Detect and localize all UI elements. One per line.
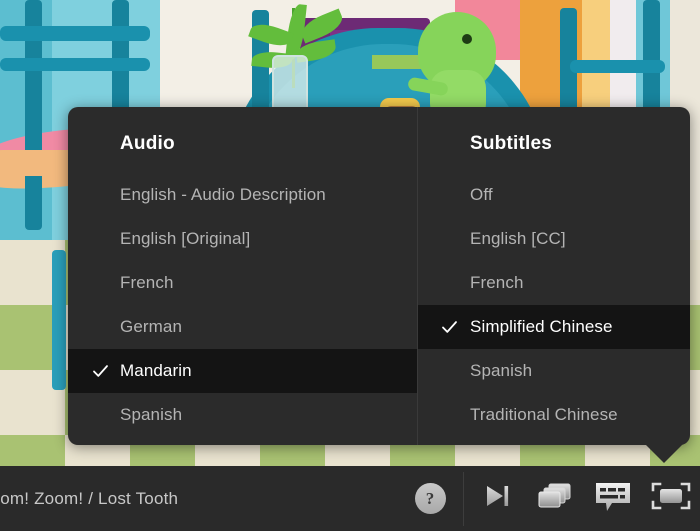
option-label: English [Original] xyxy=(120,229,251,248)
option-label: English - Audio Description xyxy=(120,185,326,204)
scene-chair-rail xyxy=(0,26,150,41)
now-playing-title: Zoom! Zoom! / Lost Tooth xyxy=(0,488,179,508)
check-icon xyxy=(92,363,109,380)
subtitle-option-traditional-chinese[interactable]: Traditional Chinese xyxy=(417,393,690,437)
audio-option-english-original[interactable]: English [Original] xyxy=(68,217,417,261)
option-label: Spanish xyxy=(470,361,533,380)
question-mark-icon: ? xyxy=(414,483,446,514)
subtitles-option-list: Off English [CC] French Simplified Chine… xyxy=(417,173,690,437)
audio-option-mandarin[interactable]: Mandarin xyxy=(68,349,417,393)
player-control-bar: Zoom! Zoom! / Lost Tooth ? xyxy=(0,466,700,531)
option-label: Simplified Chinese xyxy=(470,317,613,336)
control-bar-icons: ? xyxy=(401,466,700,531)
fullscreen-button[interactable] xyxy=(642,466,700,531)
audio-option-german[interactable]: German xyxy=(68,305,417,349)
episodes-button[interactable] xyxy=(526,466,584,531)
scene-chair-arm xyxy=(570,60,665,73)
skip-next-icon xyxy=(482,483,512,514)
scene-table-leg xyxy=(52,250,66,390)
audio-heading: Audio xyxy=(120,133,175,154)
option-label: German xyxy=(120,317,183,336)
column-divider xyxy=(417,107,418,445)
fullscreen-icon xyxy=(651,481,691,516)
subtitles-heading: Subtitles xyxy=(470,133,553,154)
subtitle-option-spanish[interactable]: Spanish xyxy=(417,349,690,393)
audio-option-spanish[interactable]: Spanish xyxy=(68,393,417,437)
subtitle-option-off[interactable]: Off xyxy=(417,173,690,217)
panel-pointer-tail xyxy=(645,444,683,463)
help-button[interactable]: ? xyxy=(401,466,459,531)
option-label: Spanish xyxy=(120,405,183,424)
control-separator xyxy=(463,471,464,526)
audio-option-english-audio-description[interactable]: English - Audio Description xyxy=(68,173,417,217)
audio-option-french[interactable]: French xyxy=(68,261,417,305)
subtitle-option-english-cc[interactable]: English [CC] xyxy=(417,217,690,261)
option-label: Traditional Chinese xyxy=(470,405,618,424)
subtitle-option-simplified-chinese[interactable]: Simplified Chinese xyxy=(417,305,690,349)
option-label: French xyxy=(120,273,174,292)
scene-chair-rail xyxy=(0,58,150,71)
audio-column: Audio English - Audio Description Englis… xyxy=(68,107,417,445)
option-label: Off xyxy=(470,185,493,204)
subtitle-option-french[interactable]: French xyxy=(417,261,690,305)
speech-bubble-icon xyxy=(594,480,632,517)
stacked-cards-icon xyxy=(536,481,574,516)
next-episode-button[interactable] xyxy=(468,466,526,531)
option-label: Mandarin xyxy=(120,361,192,380)
check-icon xyxy=(441,319,458,336)
option-label: French xyxy=(470,273,524,292)
audio-option-list: English - Audio Description English [Ori… xyxy=(68,173,417,437)
subtitles-button[interactable] xyxy=(584,466,642,531)
scene-character-eye xyxy=(462,34,472,44)
subtitles-column: Subtitles Off English [CC] French Simpli… xyxy=(417,107,690,445)
option-label: English [CC] xyxy=(470,229,566,248)
audio-subtitles-settings-panel: Audio English - Audio Description Englis… xyxy=(68,107,690,463)
